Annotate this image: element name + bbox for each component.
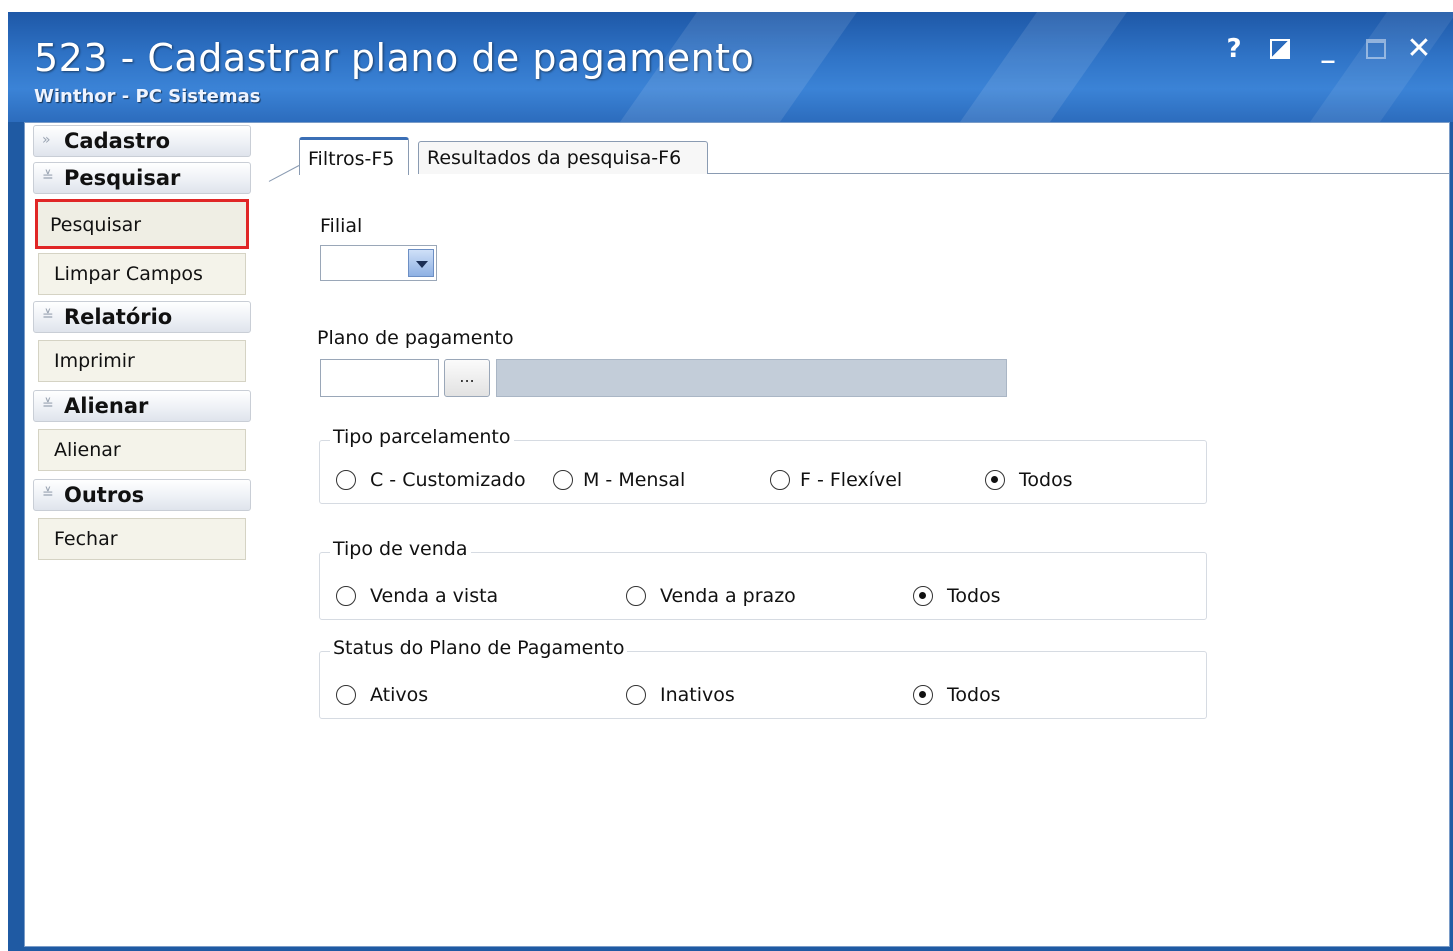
group-legend: Tipo parcelamento [330,426,514,448]
sidebar-group-label: Relatório [64,305,173,329]
radio-circle [553,470,573,490]
plano-label: Plano de pagamento [317,327,514,349]
sidebar-item-label: Pesquisar [50,214,142,236]
radio-circle [336,685,356,705]
radio-circle [336,470,356,490]
group-legend: Status do Plano de Pagamento [330,637,628,659]
radio-label: Inativos [660,684,735,706]
tab-resultados[interactable]: Resultados da pesquisa-F6 [418,141,708,174]
radio-label: Ativos [370,684,429,706]
chevron-down-icon [416,261,428,268]
title-bar: 523 - Cadastrar plano de pagamento Winth… [8,12,1453,122]
sidebar-item-pesquisar[interactable]: Pesquisar [35,199,249,249]
sidebar-item-label: Fechar [54,528,118,550]
tipo-venda-group: Tipo de venda Venda a vista Venda a praz… [319,538,1207,620]
radio-circle [770,470,790,490]
dropdown-button[interactable] [408,249,434,277]
radio-circle [336,586,356,606]
sidebar-item-label: Alienar [54,439,121,461]
sidebar: » Cadastro ≚ Pesquisar Pesquisar Limpar … [25,123,265,946]
plano-lookup-button[interactable]: ... [444,359,490,397]
sidebar-item-imprimir[interactable]: Imprimir [38,340,246,382]
restore-button[interactable] [1270,39,1290,59]
chevron-right-icon: » [42,132,51,148]
radio-circle [985,470,1005,490]
radio-label: F - Flexível [800,469,903,491]
radio-circle [913,685,933,705]
chevron-down-icon: ≚ [42,397,54,413]
sidebar-item-limpar-campos[interactable]: Limpar Campos [38,253,246,295]
tab-filtros[interactable]: Filtros-F5 [299,137,409,175]
radio-label: Venda a vista [370,585,499,607]
sidebar-group-relatorio[interactable]: ≚ Relatório [33,301,251,333]
sidebar-item-label: Imprimir [54,350,135,372]
tab-strip: Filtros-F5 Resultados da pesquisa-F6 [268,135,1449,182]
tab-label: Resultados da pesquisa-F6 [427,147,682,169]
app-window: 523 - Cadastrar plano de pagamento Winth… [8,12,1453,951]
sidebar-group-label: Alienar [64,394,149,418]
plano-code-input[interactable] [320,359,439,397]
plano-description-field [496,359,1007,397]
chevron-down-icon: ≚ [42,308,54,324]
sidebar-group-label: Pesquisar [64,166,181,190]
radio-label: Todos [947,684,1001,706]
filial-select[interactable] [320,245,437,281]
close-button[interactable]: ✕ [1402,34,1436,64]
sidebar-item-alienar[interactable]: Alienar [38,429,246,471]
sidebar-group-cadastro[interactable]: » Cadastro [33,125,251,157]
radio-label: C - Customizado [370,469,526,491]
radio-circle [913,586,933,606]
radio-label: Todos [947,585,1001,607]
chevron-down-icon: ≚ [42,486,54,502]
sidebar-item-label: Limpar Campos [54,263,203,285]
sidebar-group-alienar[interactable]: ≚ Alienar [33,390,251,422]
minimize-button[interactable]: _ [1316,34,1340,64]
group-legend: Tipo de venda [330,538,471,560]
sidebar-group-label: Cadastro [64,129,171,153]
chevron-down-icon: ≚ [42,169,54,185]
radio-label: Venda a prazo [660,585,796,607]
tab-label: Filtros-F5 [308,148,395,170]
radio-circle [626,586,646,606]
status-plano-group: Status do Plano de Pagamento Ativos Inat… [319,637,1207,719]
sidebar-group-pesquisar[interactable]: ≚ Pesquisar [33,162,251,194]
tipo-parcelamento-group: Tipo parcelamento C - Customizado M - Me… [319,426,1207,504]
window-subtitle: Winthor - PC Sistemas [34,86,261,107]
filial-label: Filial [320,215,363,237]
sidebar-item-fechar[interactable]: Fechar [38,518,246,560]
radio-label: Todos [1019,469,1073,491]
maximize-button [1366,39,1386,59]
radio-label: M - Mensal [583,469,686,491]
sidebar-group-label: Outros [64,483,145,507]
window-title: 523 - Cadastrar plano de pagamento [34,36,755,80]
sidebar-group-outros[interactable]: ≚ Outros [33,479,251,511]
radio-circle [626,685,646,705]
client-area: » Cadastro ≚ Pesquisar Pesquisar Limpar … [24,122,1450,947]
help-button[interactable]: ? [1222,34,1246,64]
